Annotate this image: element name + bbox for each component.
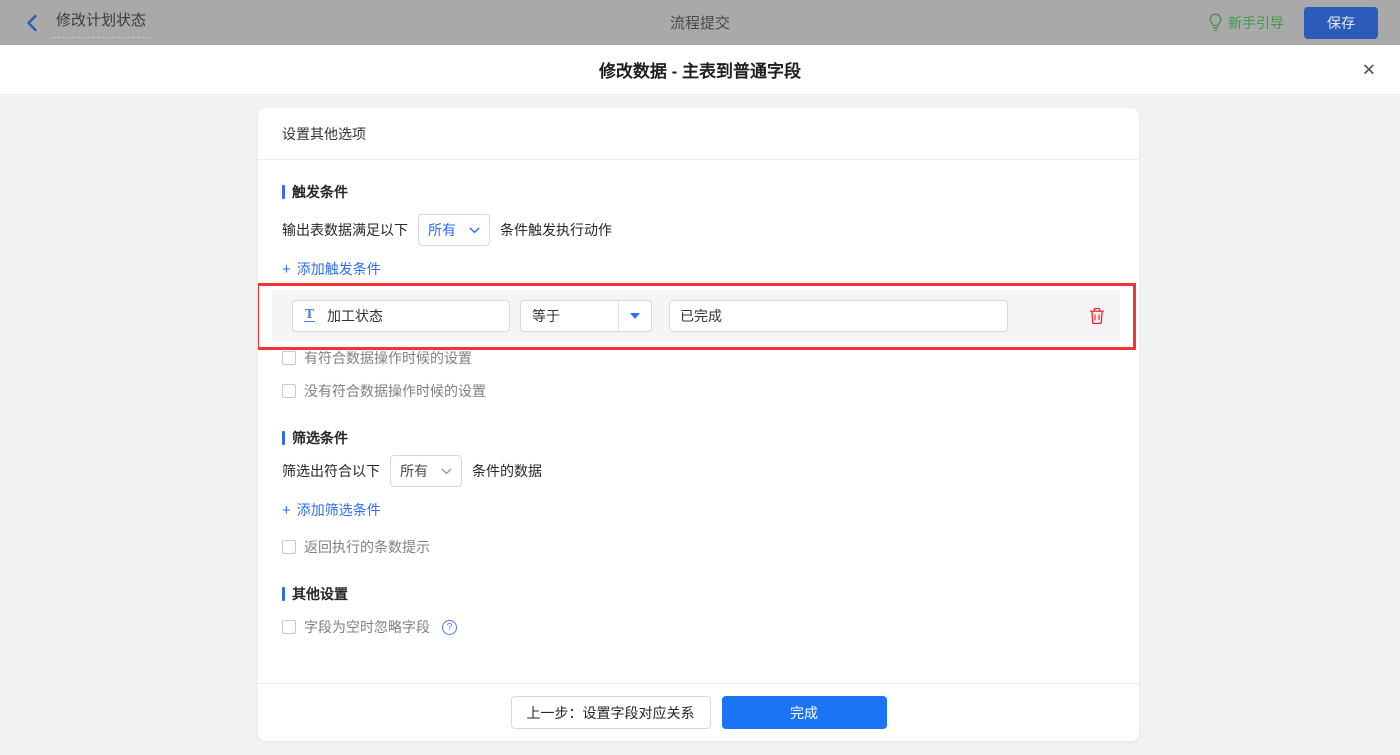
- trigger-section-label: 触发条件: [292, 184, 348, 200]
- page-title: 修改计划状态: [52, 7, 151, 38]
- no-match-checkbox[interactable]: [282, 384, 296, 398]
- filter-match-select[interactable]: 所有: [390, 455, 462, 487]
- has-match-checkbox[interactable]: [282, 351, 296, 365]
- trigger-match-sentence: 输出表数据满足以下 所有 条件触发执行动作: [282, 214, 1115, 246]
- guide-label: 新手引导: [1228, 14, 1284, 31]
- section-bar: [282, 431, 285, 445]
- close-icon[interactable]: ✕: [1362, 61, 1376, 78]
- return-count-label: 返回执行的条数提示: [304, 539, 430, 555]
- add-filter-condition-link[interactable]: + 添加筛选条件: [282, 500, 381, 520]
- condition-value-input[interactable]: [669, 299, 1008, 332]
- condition-row: T 等于: [272, 290, 1120, 341]
- dialog-header: 修改数据 - 主表到普通字段 ✕: [0, 45, 1400, 95]
- add-trigger-condition-label: 添加触发条件: [296, 261, 381, 277]
- no-match-checkbox-row: 没有符合数据操作时候的设置: [282, 380, 1115, 402]
- ignore-empty-checkbox[interactable]: [282, 620, 296, 634]
- guide-button[interactable]: 新手引导: [1208, 13, 1284, 33]
- filter-match-sentence: 筛选出符合以下 所有 条件的数据: [282, 455, 1115, 487]
- filter-match-value: 所有: [400, 463, 428, 479]
- previous-step-button[interactable]: 上一步：设置字段对应关系: [510, 696, 711, 729]
- options-panel: 设置其他选项 触发条件 输出表数据满足以下 所有 条件触发执行动作 + 添加触发…: [258, 108, 1139, 741]
- flow-title: 流程提交: [669, 15, 730, 32]
- has-match-label: 有符合数据操作时候的设置: [304, 350, 472, 366]
- trash-icon: [1090, 307, 1104, 324]
- highlight-annotation-box: T 等于: [258, 283, 1136, 350]
- no-match-label: 没有符合数据操作时候的设置: [304, 383, 486, 399]
- text-type-icon: T: [304, 306, 315, 322]
- has-match-checkbox-row: 有符合数据操作时候的设置: [282, 347, 1115, 369]
- filter-section-title: 筛选条件: [282, 430, 1115, 446]
- chevron-down-icon: [441, 468, 452, 474]
- condition-operator-select[interactable]: 等于: [520, 299, 652, 332]
- question-circle-icon[interactable]: ?: [442, 619, 457, 635]
- trigger-sentence-suffix: 条件触发执行动作: [500, 222, 612, 238]
- filter-sentence-prefix: 筛选出符合以下: [282, 463, 380, 479]
- other-section-label: 其他设置: [292, 586, 348, 602]
- panel-header: 设置其他选项: [258, 108, 1139, 160]
- panel-footer: 上一步：设置字段对应关系 完成: [258, 683, 1139, 741]
- add-trigger-condition-link[interactable]: + 添加触发条件: [282, 259, 381, 279]
- section-bar: [282, 185, 285, 199]
- panel-content: 触发条件 输出表数据满足以下 所有 条件触发执行动作 + 添加触发条件 T 加工…: [258, 160, 1139, 683]
- done-button[interactable]: 完成: [721, 696, 887, 729]
- chevron-down-icon: [469, 227, 480, 233]
- trigger-sentence-prefix: 输出表数据满足以下: [282, 222, 408, 238]
- back-button[interactable]: [26, 14, 38, 32]
- triangle-down-icon: [630, 312, 640, 319]
- condition-operator-value: 等于: [532, 307, 560, 324]
- plus-icon: +: [282, 260, 291, 278]
- condition-field-input[interactable]: [292, 299, 510, 332]
- topbar: 修改计划状态 流程提交 新手引导 保存: [0, 0, 1400, 45]
- dialog-title: 修改数据 - 主表到普通字段: [598, 62, 802, 81]
- trigger-match-value: 所有: [428, 222, 456, 238]
- lightbulb-icon: [1209, 13, 1222, 31]
- add-filter-condition-label: 添加筛选条件: [296, 502, 381, 518]
- other-section-title: 其他设置: [282, 586, 1115, 602]
- filter-sentence-suffix: 条件的数据: [472, 463, 542, 479]
- section-bar: [282, 587, 285, 601]
- trigger-match-select[interactable]: 所有: [418, 214, 490, 246]
- operator-dropdown-button[interactable]: [618, 300, 651, 331]
- delete-condition-button[interactable]: [1089, 307, 1105, 325]
- dialog-body: 设置其他选项 触发条件 输出表数据满足以下 所有 条件触发执行动作 + 添加触发…: [0, 95, 1400, 755]
- filter-section-label: 筛选条件: [292, 430, 348, 446]
- trigger-section-title: 触发条件: [282, 184, 1115, 200]
- save-button[interactable]: 保存: [1304, 6, 1378, 39]
- back-chevron-icon: [27, 14, 37, 31]
- ignore-empty-checkbox-row: 字段为空时忽略字段 ?: [282, 616, 1115, 638]
- return-count-checkbox-row: 返回执行的条数提示: [282, 536, 1115, 558]
- plus-icon: +: [282, 501, 291, 519]
- ignore-empty-label: 字段为空时忽略字段: [304, 619, 430, 635]
- return-count-checkbox[interactable]: [282, 540, 296, 554]
- condition-field-wrap: T: [292, 299, 510, 332]
